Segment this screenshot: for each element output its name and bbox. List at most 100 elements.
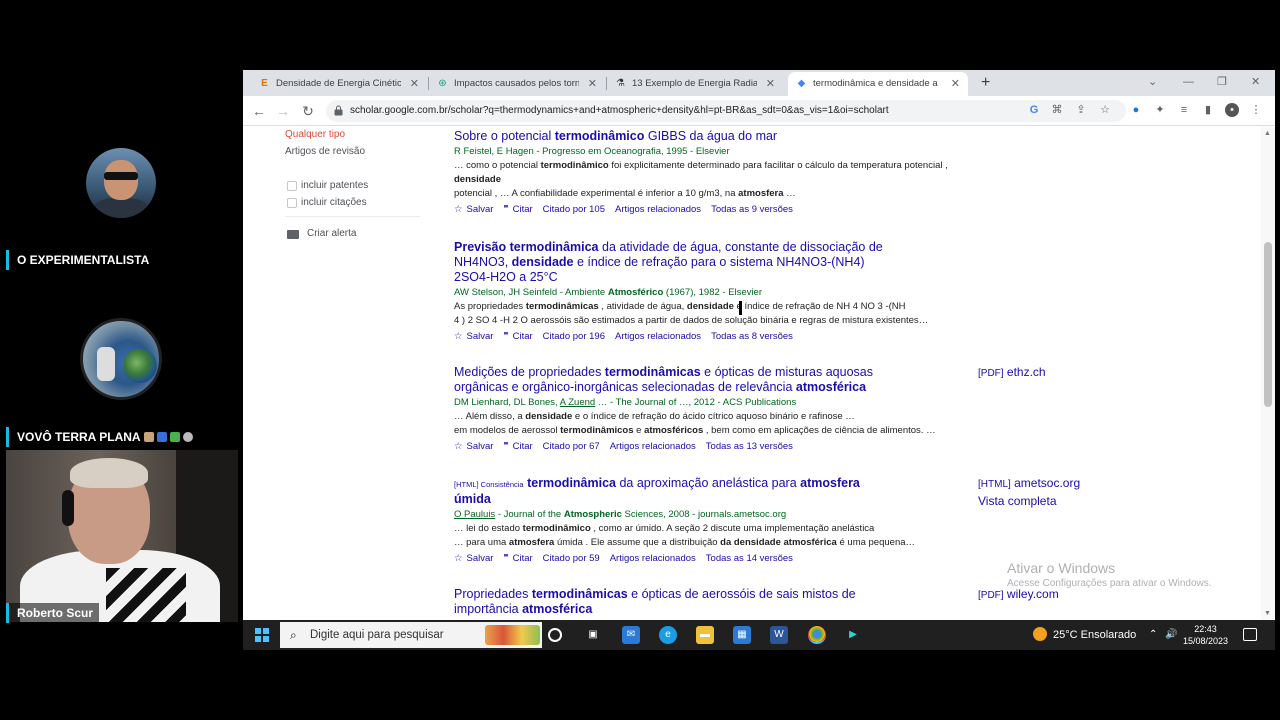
- tab-search-icon[interactable]: ⌄: [1148, 70, 1157, 94]
- profile-avatar-icon[interactable]: •: [1225, 103, 1239, 117]
- scroll-down-icon[interactable]: ▼: [1264, 610, 1271, 617]
- cited-by-link[interactable]: Citado por 196: [543, 331, 605, 342]
- new-tab-button[interactable]: +: [981, 72, 990, 94]
- tab-exemplo[interactable]: ⚗ 13 Exemplo de Energia Radiante ✕: [607, 72, 783, 96]
- minimize-button[interactable]: —: [1183, 70, 1194, 94]
- volume-icon[interactable]: 🔊: [1165, 620, 1177, 650]
- translate-icon[interactable]: ⌘: [1050, 103, 1064, 117]
- save-link[interactable]: Salvar: [467, 441, 494, 452]
- result-title-link[interactable]: Propriedades termodinâmicas e ópticas de…: [454, 587, 974, 617]
- quote-icon[interactable]: ❞: [503, 553, 508, 564]
- save-link[interactable]: Salvar: [467, 331, 494, 342]
- search-result: [HTML] Consistência termodinâmica da apr…: [454, 476, 974, 566]
- page-scrollbar[interactable]: ▲ ▼: [1261, 127, 1275, 622]
- menu-kebab-icon[interactable]: ⋮: [1249, 103, 1263, 117]
- save-link[interactable]: Salvar: [467, 553, 494, 564]
- chrome-icon[interactable]: [808, 626, 826, 644]
- include-citations-checkbox[interactable]: [287, 198, 297, 208]
- cite-link[interactable]: Citar: [513, 553, 533, 564]
- related-articles-link[interactable]: Artigos relacionados: [610, 553, 696, 564]
- quote-icon[interactable]: ❞: [503, 204, 508, 215]
- bookmark-star-icon[interactable]: ☆: [1098, 103, 1112, 117]
- streaming-app-icon[interactable]: ▶: [844, 626, 862, 644]
- close-icon[interactable]: ✕: [766, 72, 775, 96]
- author-link[interactable]: A Zuend: [560, 397, 595, 408]
- system-clock[interactable]: 22:43 15/08/2023: [1183, 623, 1228, 647]
- close-icon[interactable]: ✕: [588, 72, 597, 96]
- weather-widget[interactable]: 25°C Ensolarado: [1033, 620, 1136, 650]
- quote-icon[interactable]: ❞: [503, 331, 508, 342]
- all-versions-link[interactable]: Todas as 8 versões: [711, 331, 793, 342]
- related-articles-link[interactable]: Artigos relacionados: [610, 441, 696, 452]
- related-articles-link[interactable]: Artigos relacionados: [615, 331, 701, 342]
- related-articles-link[interactable]: Artigos relacionados: [615, 204, 701, 215]
- all-versions-link[interactable]: Todas as 13 versões: [706, 441, 793, 452]
- address-bar[interactable]: scholar.google.com.br/scholar?q=thermody…: [326, 100, 1126, 122]
- cited-by-link[interactable]: Citado por 59: [543, 553, 600, 564]
- side-panel-icon[interactable]: ▮: [1201, 103, 1215, 117]
- close-icon[interactable]: ✕: [951, 72, 960, 96]
- cited-by-link[interactable]: Citado por 105: [543, 204, 605, 215]
- all-versions-link[interactable]: Todas as 9 versões: [711, 204, 793, 215]
- reload-button[interactable]: ↻: [298, 101, 318, 121]
- tab-scholar[interactable]: ◆ termodinâmica e densidade atm ✕: [788, 72, 968, 96]
- full-view-link[interactable]: Vista completa: [978, 492, 1057, 510]
- author-link[interactable]: O Pauluis: [454, 509, 495, 520]
- snippet-highlight: densidade: [686, 301, 734, 312]
- mail-app-icon[interactable]: ✉: [622, 626, 640, 644]
- title-text: importância: [454, 602, 523, 616]
- scrollbar-thumb[interactable]: [1264, 242, 1272, 407]
- pdf-link-ethz[interactable]: [PDF] ethz.ch: [978, 363, 1046, 383]
- tray-chevron-icon[interactable]: ⌃: [1149, 620, 1157, 650]
- include-citations-label[interactable]: incluir citações: [301, 197, 367, 208]
- cite-link[interactable]: Citar: [513, 441, 533, 452]
- scroll-up-icon[interactable]: ▲: [1264, 130, 1271, 137]
- quote-icon[interactable]: ❞: [503, 441, 508, 452]
- notification-icon[interactable]: [1243, 628, 1257, 641]
- forward-button[interactable]: →: [273, 101, 293, 121]
- result-actions: ☆ Salvar ❞ Citar Citado por 59 Artigos relaci…: [454, 552, 974, 566]
- file-explorer-icon[interactable]: ▬: [696, 626, 714, 644]
- result-title-link[interactable]: Sobre o potencial termodinâmico GIBBS da…: [454, 129, 974, 144]
- cite-link[interactable]: Citar: [513, 204, 533, 215]
- create-alert-link[interactable]: Criar alerta: [307, 228, 356, 239]
- all-versions-link[interactable]: Todas as 14 versões: [706, 553, 793, 564]
- close-window-button[interactable]: ✕: [1251, 70, 1260, 94]
- cite-link[interactable]: Citar: [513, 331, 533, 342]
- store-icon[interactable]: ▦: [733, 626, 751, 644]
- windows-start-icon[interactable]: [255, 628, 269, 642]
- html-link-ametsoc[interactable]: [HTML] ametsoc.org: [978, 474, 1080, 494]
- cited-by-link[interactable]: Citado por 67: [543, 441, 600, 452]
- star-icon[interactable]: ☆: [454, 331, 463, 342]
- save-link[interactable]: Salvar: [467, 204, 494, 215]
- cortana-icon[interactable]: [548, 628, 562, 642]
- star-icon[interactable]: ☆: [454, 553, 463, 564]
- include-patents-checkbox[interactable]: [287, 181, 297, 191]
- restore-button[interactable]: ❐: [1217, 70, 1227, 94]
- puzzle-icon[interactable]: ✦: [1153, 103, 1167, 117]
- result-title-link[interactable]: [HTML] Consistência termodinâmica da apr…: [454, 476, 974, 507]
- result-title-link[interactable]: Medições de propriedades termodinâmicas …: [454, 365, 974, 395]
- taskbar-search[interactable]: ⌕ Digite aqui para pesquisar: [280, 622, 542, 648]
- snippet-highlight: atmosfera: [738, 188, 784, 199]
- close-icon[interactable]: ✕: [410, 72, 419, 96]
- reading-list-icon[interactable]: ≡: [1177, 103, 1191, 117]
- word-icon[interactable]: W: [770, 626, 788, 644]
- result-title-link[interactable]: Previsão termodinâmica da atividade de á…: [454, 240, 974, 285]
- star-icon[interactable]: ☆: [454, 441, 463, 452]
- filter-any-type[interactable]: Qualquer tipo: [285, 129, 345, 140]
- edge-icon[interactable]: e: [659, 626, 677, 644]
- star-icon[interactable]: ☆: [454, 204, 463, 215]
- extension-blue-icon[interactable]: ●: [1129, 103, 1143, 117]
- google-icon[interactable]: G: [1027, 103, 1041, 117]
- include-patents-label[interactable]: incluir patentes: [301, 180, 368, 191]
- back-button[interactable]: ←: [249, 101, 269, 121]
- share-icon[interactable]: ⇪: [1074, 103, 1088, 117]
- participant-name: Roberto Scur: [6, 603, 100, 623]
- tab-densidade[interactable]: E Densidade de Energia Cinética - ✕: [251, 72, 427, 96]
- snippet-text: e: [633, 425, 645, 436]
- task-view-icon[interactable]: ▣: [584, 626, 602, 644]
- filter-review-articles[interactable]: Artigos de revisão: [285, 146, 365, 157]
- meta-text: (1967), 1982 - Elsevier: [663, 287, 763, 298]
- tab-impactos[interactable]: ⊛ Impactos causados pelos tornad ✕: [429, 72, 605, 96]
